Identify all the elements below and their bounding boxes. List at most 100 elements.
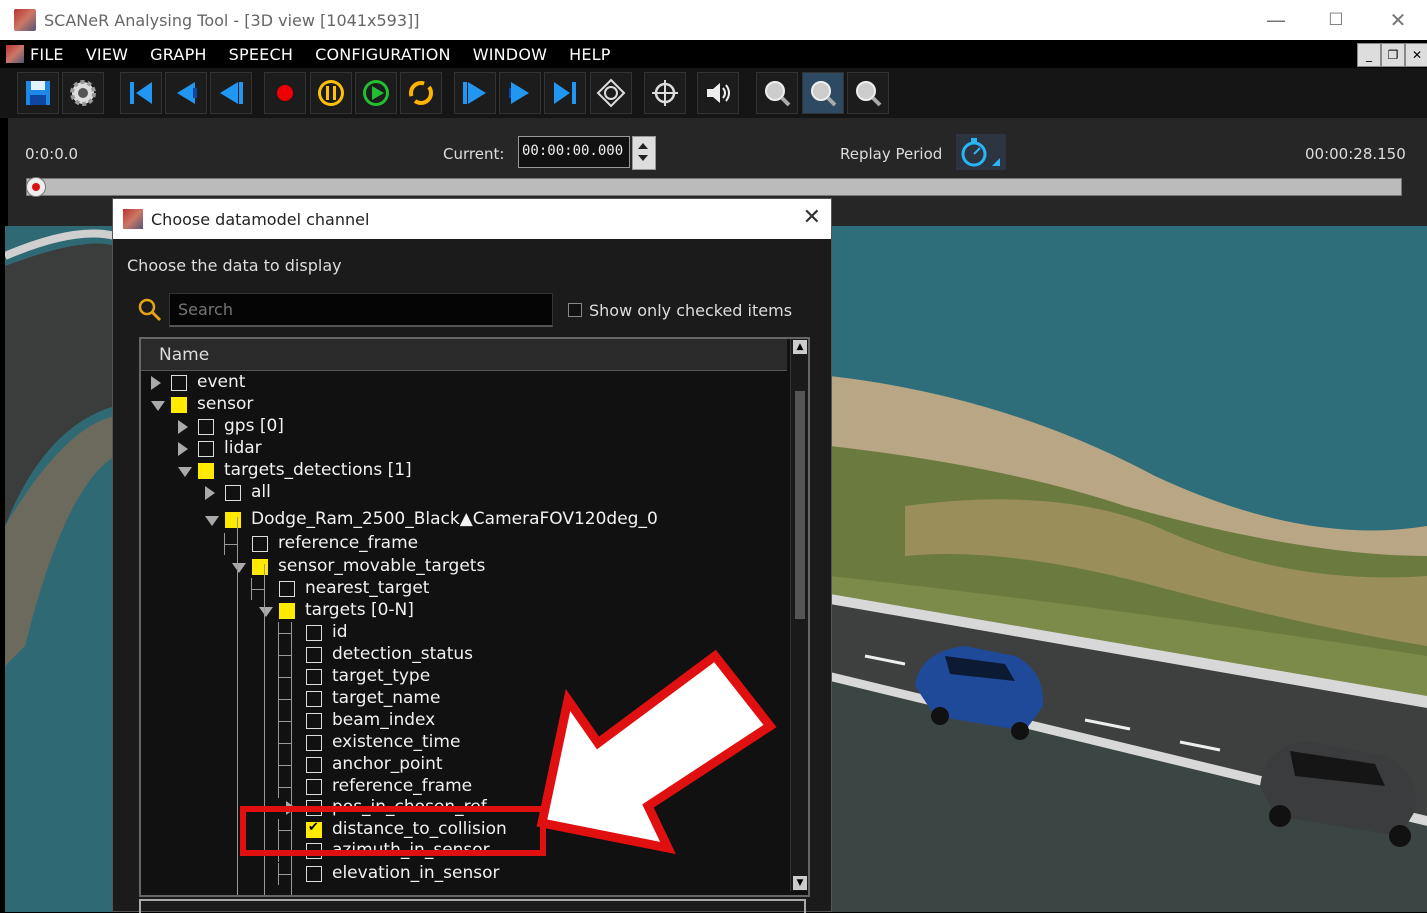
- step-forward-icon: [509, 82, 529, 104]
- tree-item-label: targets [0-N]: [305, 600, 414, 620]
- dialog-close-button[interactable]: ✕: [803, 205, 821, 230]
- expand-arrow-icon[interactable]: [151, 376, 161, 390]
- tree-item-checkbox[interactable]: [171, 397, 187, 413]
- zoom-button-2[interactable]: [802, 72, 844, 114]
- mdi-close-button[interactable]: ✕: [1405, 43, 1427, 67]
- zoom-button-1[interactable]: [756, 72, 798, 114]
- window-title: SCANeR Analysing Tool - [3D view [1041x5…: [44, 10, 420, 30]
- minimize-button[interactable]: —: [1246, 0, 1306, 40]
- menu-configuration[interactable]: CONFIGURATION: [315, 45, 451, 64]
- vertical-scrollbar[interactable]: ▲ ▼: [790, 339, 808, 891]
- tree-item-label: existence_time: [332, 732, 461, 752]
- play-button[interactable]: [355, 72, 397, 114]
- tree-item-checkbox[interactable]: [252, 536, 268, 552]
- loop-icon: [409, 81, 433, 105]
- app-menu-icon[interactable]: [6, 45, 24, 63]
- step-forward-button[interactable]: [499, 72, 541, 114]
- step-back-button[interactable]: [165, 72, 207, 114]
- maximize-button[interactable]: ☐: [1306, 0, 1366, 40]
- tree-row[interactable]: targets_detections [1]: [141, 460, 781, 482]
- tree-item-checkbox[interactable]: [306, 647, 322, 663]
- mdi-restore-button[interactable]: ❐: [1381, 43, 1405, 67]
- record-button[interactable]: [264, 72, 306, 114]
- tree-item-checkbox[interactable]: [279, 581, 295, 597]
- crosshair-icon: [652, 80, 678, 106]
- jump-to-end-button[interactable]: [544, 72, 586, 114]
- camera-orbit-button[interactable]: [590, 72, 632, 114]
- settings-button[interactable]: [62, 72, 104, 114]
- close-button[interactable]: ✕: [1368, 0, 1427, 40]
- rewind-button[interactable]: [210, 72, 252, 114]
- save-button[interactable]: [17, 72, 59, 114]
- tree-row[interactable]: sensor: [141, 394, 781, 416]
- show-only-checked-checkbox[interactable]: [568, 303, 582, 317]
- tree-item-label: event: [197, 372, 246, 392]
- expand-arrow-icon[interactable]: [205, 486, 215, 500]
- collapse-arrow-icon[interactable]: [205, 516, 219, 526]
- tree-item-checkbox[interactable]: [306, 757, 322, 773]
- tree-item-checkbox[interactable]: [306, 625, 322, 641]
- tree-item-checkbox[interactable]: [198, 463, 214, 479]
- tree-item-checkbox[interactable]: [306, 713, 322, 729]
- scroll-down-arrow-icon[interactable]: ▼: [793, 876, 807, 890]
- tree-item-label: Dodge_Ram_2500_Black▲CameraFOV120deg_0: [251, 509, 658, 529]
- loop-button[interactable]: [400, 72, 442, 114]
- tree-item-checkbox[interactable]: [225, 512, 241, 528]
- mdi-minimize-button[interactable]: _: [1357, 43, 1381, 67]
- jump-to-start-button[interactable]: [120, 72, 162, 114]
- collapse-arrow-icon[interactable]: [151, 401, 165, 411]
- app-logo-icon: [14, 9, 36, 31]
- menu-help[interactable]: HELP: [569, 45, 611, 64]
- tree-item-checkbox[interactable]: [306, 779, 322, 795]
- dialog-title-bar: Choose datamodel channel: [113, 199, 831, 239]
- sound-button[interactable]: [697, 72, 739, 114]
- expand-arrow-icon[interactable]: [178, 420, 188, 434]
- menu-speech[interactable]: SPEECH: [229, 45, 293, 64]
- time-spinner[interactable]: [632, 136, 656, 170]
- menu-graph[interactable]: GRAPH: [150, 45, 207, 64]
- tree-item-checkbox[interactable]: [279, 603, 295, 619]
- timeline-slider-handle[interactable]: [26, 177, 46, 197]
- tree-item-label: nearest_target: [305, 578, 430, 598]
- tree-item-checkbox[interactable]: [252, 559, 268, 575]
- tree-item-label: reference_frame: [278, 533, 419, 553]
- tree-item-checkbox[interactable]: [198, 419, 214, 435]
- column-header-name[interactable]: Name: [141, 339, 787, 371]
- menu-window[interactable]: WINDOW: [473, 45, 547, 64]
- scrollbar-thumb[interactable]: [795, 391, 805, 619]
- tree-connector: [251, 578, 252, 600]
- tree-item-checkbox[interactable]: [198, 441, 214, 457]
- dialog-bottom-panel: [139, 899, 806, 913]
- tree-item-checkbox[interactable]: [171, 375, 187, 391]
- tree-row[interactable]: gps [0]: [141, 416, 781, 438]
- jump-to-start-icon: [130, 82, 152, 104]
- crosshair-button[interactable]: [644, 72, 686, 114]
- tree-item-label: elevation_in_sensor: [332, 863, 500, 883]
- zoom-button-3[interactable]: [847, 72, 889, 114]
- collapse-arrow-icon[interactable]: [178, 467, 192, 477]
- forward-button[interactable]: [454, 72, 496, 114]
- collapse-arrow-icon[interactable]: [259, 607, 273, 617]
- menu-file[interactable]: FILE: [30, 45, 64, 64]
- sound-icon: [707, 83, 730, 103]
- menu-view[interactable]: VIEW: [86, 45, 128, 64]
- tree-item-checkbox[interactable]: [306, 691, 322, 707]
- collapse-arrow-icon[interactable]: [232, 563, 246, 573]
- tree-row[interactable]: all: [141, 482, 781, 504]
- current-time-input[interactable]: 00:00:00.000: [518, 136, 630, 168]
- search-input[interactable]: [169, 293, 553, 327]
- expand-arrow-icon[interactable]: [178, 442, 188, 456]
- scroll-up-arrow-icon[interactable]: ▲: [793, 340, 807, 354]
- tree-item-checkbox[interactable]: [306, 735, 322, 751]
- title-bar: SCANeR Analysing Tool - [3D view [1041x5…: [0, 0, 1427, 40]
- tree-item-checkbox[interactable]: [225, 485, 241, 501]
- timeline-slider-track[interactable]: [26, 178, 1402, 196]
- tree-item-checkbox[interactable]: [306, 669, 322, 685]
- replay-period-button[interactable]: [956, 134, 1006, 170]
- tree-connector: [278, 787, 292, 788]
- tree-item-checkbox[interactable]: [306, 866, 322, 882]
- dialog-prompt: Choose the data to display: [127, 256, 342, 275]
- tree-row[interactable]: event: [141, 372, 781, 394]
- tree-row[interactable]: lidar: [141, 438, 781, 460]
- pause-button[interactable]: [310, 72, 352, 114]
